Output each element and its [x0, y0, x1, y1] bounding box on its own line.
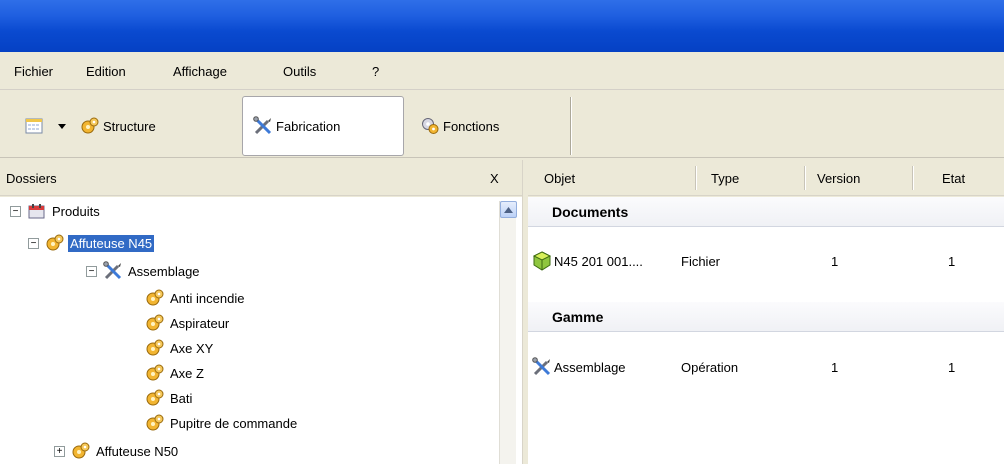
tree-item-assemblage[interactable]: − Assemblage [86, 259, 202, 283]
gears-icon [145, 338, 165, 358]
tree-item-label: Bati [170, 390, 193, 406]
list-item[interactable]: N45 201 001.... Fichier 1 1 [528, 249, 1004, 275]
folders-close-button[interactable]: X [490, 171, 499, 186]
column-separator[interactable] [804, 166, 805, 190]
view-grid-button[interactable] [20, 103, 51, 149]
tree-item-label: Affuteuse N50 [96, 443, 179, 459]
cell-objet: Assemblage [554, 360, 626, 375]
column-separator[interactable] [912, 166, 913, 190]
menu-outils[interactable]: Outils [283, 64, 316, 79]
fabrication-button[interactable]: Fabrication [242, 96, 404, 156]
gears-blue-icon [420, 116, 440, 136]
list-item[interactable]: Assemblage Opération 1 1 [528, 355, 1004, 381]
fonctions-label: Fonctions [443, 118, 500, 134]
cell-etat: 1 [948, 360, 956, 375]
gears-icon [45, 233, 65, 253]
column-type[interactable]: Type [711, 171, 739, 186]
calendar-folder-icon [27, 201, 47, 221]
chevron-down-icon [57, 116, 67, 136]
collapse-icon[interactable]: − [28, 237, 39, 249]
cell-version: 1 [831, 360, 839, 375]
tree-item-label: Assemblage [128, 263, 200, 279]
column-objet[interactable]: Objet [544, 171, 575, 186]
tree-item-aspirateur[interactable]: Aspirateur [145, 311, 231, 335]
menu-edition[interactable]: Edition [86, 64, 126, 79]
group-title: Gamme [552, 309, 604, 325]
tree-item-produits[interactable]: − Produits [10, 199, 102, 223]
cell-objet: N45 201 001.... [554, 254, 643, 269]
tree-item-label: Produits [52, 203, 100, 219]
structure-button[interactable]: Structure [76, 103, 160, 149]
cell-type: Opération [681, 360, 739, 375]
column-version[interactable]: Version [817, 171, 860, 186]
group-documents: Documents [528, 197, 1004, 227]
scroll-up-button[interactable] [500, 201, 517, 218]
gears-icon [145, 363, 165, 383]
object-list-header: Objet Type Version Etat [528, 160, 1004, 196]
tree-item-axe-xy[interactable]: Axe XY [145, 336, 215, 360]
tree-item-label: Axe Z [170, 365, 204, 381]
gears-icon [145, 313, 165, 333]
column-separator[interactable] [695, 166, 696, 190]
collapse-icon[interactable]: − [10, 205, 21, 217]
fabrication-label: Fabrication [276, 118, 341, 134]
menu-affichage[interactable]: Affichage [173, 64, 227, 79]
tree-item-label: Aspirateur [170, 315, 230, 331]
tree-item-pupitre-de-commande[interactable]: Pupitre de commande [145, 411, 299, 435]
title-bar [0, 0, 1004, 52]
tree-item-affuteuse-n50[interactable]: + Affuteuse N50 [54, 439, 180, 463]
toolbar: Structure Fabrication Fonctions [0, 94, 1004, 158]
object-list: Documents N45 201 001.... Fichier 1 1 Ga… [528, 197, 1004, 464]
folders-title: Dossiers [6, 171, 57, 186]
tree-item-label: Axe XY [170, 340, 214, 356]
toolbar-separator [570, 97, 571, 155]
document-cube-icon [532, 251, 552, 274]
tools-icon [103, 261, 123, 281]
chevron-up-icon [504, 205, 513, 215]
cell-etat: 1 [948, 254, 956, 269]
menu-bar: Fichier Edition Affichage Outils ? [0, 56, 1004, 90]
gears-icon [80, 116, 100, 136]
column-etat[interactable]: Etat [942, 171, 965, 186]
menu-fichier[interactable]: Fichier [14, 64, 53, 79]
grid-icon [24, 116, 44, 136]
cell-version: 1 [831, 254, 839, 269]
folders-panel-header: Dossiers X [0, 160, 522, 196]
group-gamme: Gamme [528, 302, 1004, 332]
gears-icon [145, 388, 165, 408]
tree-item-affuteuse-n45[interactable]: − Affuteuse N45 [28, 231, 155, 255]
tools-icon [253, 116, 273, 136]
collapse-icon[interactable]: − [86, 265, 97, 277]
expand-icon[interactable]: + [54, 445, 65, 457]
group-title: Documents [552, 204, 629, 220]
tree-item-label: Affuteuse N45 [68, 234, 155, 252]
gears-icon [145, 413, 165, 433]
fonctions-button[interactable]: Fonctions [412, 103, 507, 149]
folder-tree: − Produits − Affuteuse N45 − Assemblage … [0, 197, 522, 464]
tools-icon [532, 357, 552, 380]
structure-label: Structure [103, 118, 156, 134]
tree-item-label: Anti incendie [170, 290, 245, 306]
view-dropdown-button[interactable] [51, 103, 76, 149]
vertical-scrollbar[interactable] [499, 201, 517, 464]
tree-item-label: Pupitre de commande [170, 415, 298, 431]
tree-item-bati[interactable]: Bati [145, 386, 194, 410]
cell-type: Fichier [681, 254, 721, 269]
menu-help[interactable]: ? [372, 64, 379, 79]
gears-icon [71, 441, 91, 461]
tree-item-anti-incendie[interactable]: Anti incendie [145, 286, 246, 310]
tree-item-axe-z[interactable]: Axe Z [145, 361, 206, 385]
gears-icon [145, 288, 165, 308]
